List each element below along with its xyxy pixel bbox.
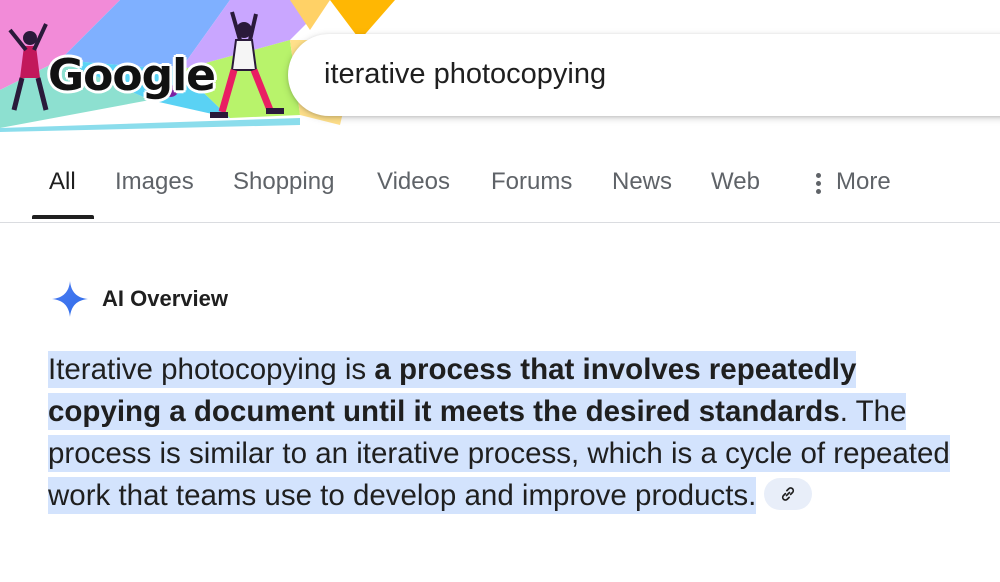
tab-all[interactable]: All (49, 168, 76, 196)
tab-forums[interactable]: Forums (491, 168, 572, 196)
search-input[interactable]: iterative photocopying (324, 58, 606, 91)
tab-more[interactable]: More (836, 168, 891, 196)
sparkle-icon (52, 281, 88, 317)
active-tab-indicator (32, 215, 94, 219)
search-results-page: Google iterative photocopying All Images… (0, 0, 1000, 582)
tab-images[interactable]: Images (115, 168, 194, 196)
more-vert-icon[interactable] (816, 172, 822, 196)
search-tabs: All Images Shopping Videos Forums News W… (0, 140, 1000, 223)
tab-news[interactable]: News (612, 168, 672, 196)
ai-overview-answer: Iterative photocopying is a process that… (48, 349, 968, 517)
source-link-button[interactable] (764, 478, 813, 511)
search-box[interactable]: iterative photocopying (288, 34, 1000, 116)
link-icon (782, 487, 795, 502)
doodle-logo-text: Google (48, 50, 216, 101)
answer-intro: Iterative photocopying is (48, 351, 375, 388)
ai-overview-title: AI Overview (102, 286, 228, 311)
tab-shopping[interactable]: Shopping (233, 168, 334, 196)
search-header: Google iterative photocopying (0, 0, 1000, 140)
tab-videos[interactable]: Videos (377, 168, 450, 196)
tab-web[interactable]: Web (711, 168, 760, 196)
